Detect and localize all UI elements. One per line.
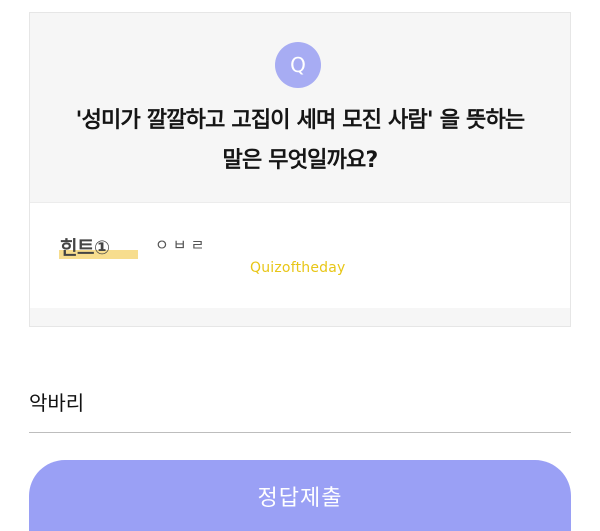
question-card: Q '성미가 깔깔하고 고집이 세며 모진 사람' 을 뜻하는 말은 무엇일까요… xyxy=(29,12,571,327)
watermark: Quizoftheday xyxy=(250,260,346,276)
hint-panel: 힌트① ㅇㅂㄹ Quizoftheday xyxy=(30,202,570,308)
question-badge: Q xyxy=(275,42,321,88)
submit-button[interactable]: 정답제출 xyxy=(29,460,571,531)
hint-value: ㅇㅂㄹ xyxy=(155,236,209,254)
hint-label: 힌트① xyxy=(60,237,110,259)
question-text: '성미가 깔깔하고 고집이 세며 모진 사람' 을 뜻하는 말은 무엇일까요? xyxy=(30,101,570,181)
answer-input[interactable] xyxy=(29,370,571,433)
question-line-2: 말은 무엇일까요? xyxy=(222,148,379,173)
hint-label-wrap: 힌트① xyxy=(59,233,138,260)
question-line-1: '성미가 깔깔하고 고집이 세며 모진 사람' 을 뜻하는 xyxy=(75,108,525,133)
